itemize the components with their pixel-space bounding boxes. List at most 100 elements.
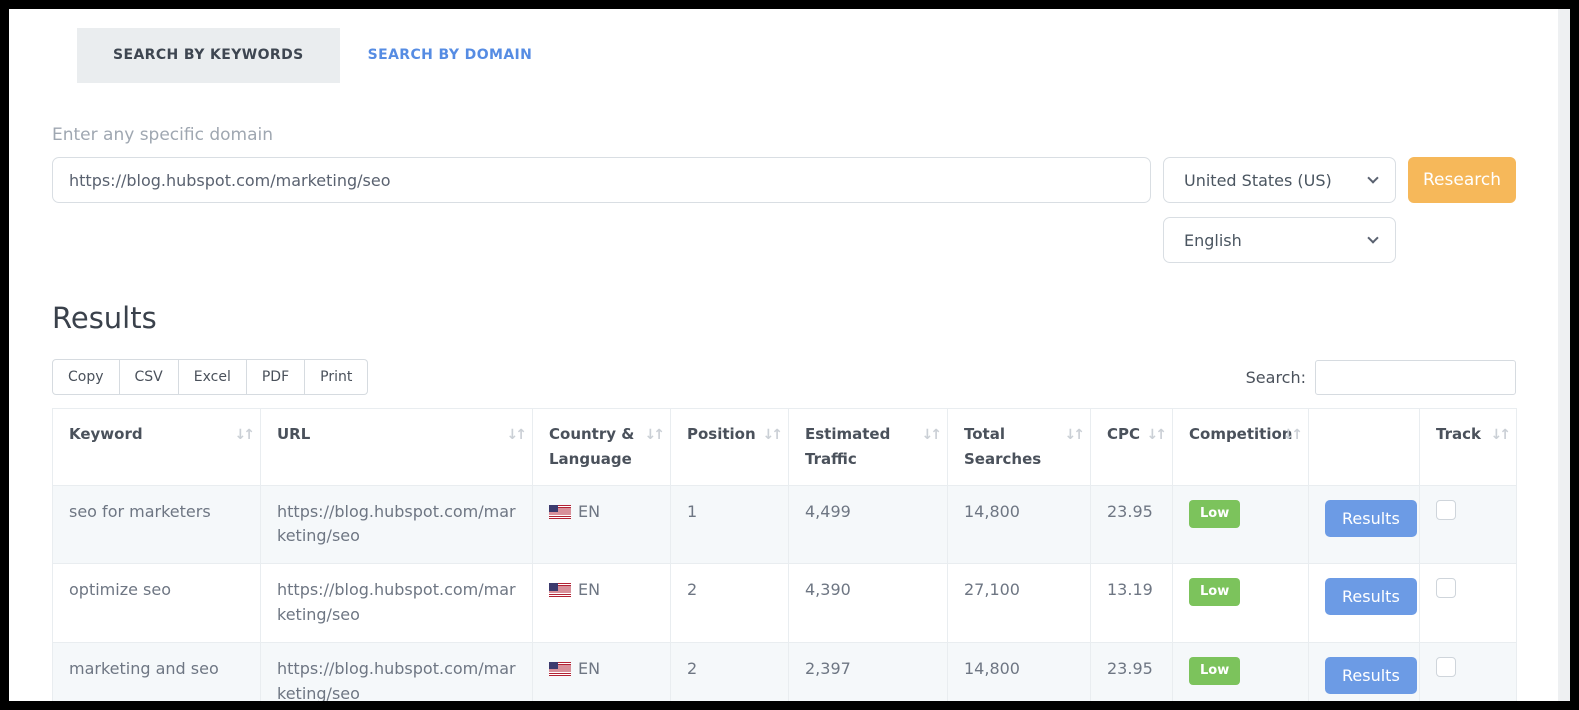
table-search: Search: xyxy=(1246,360,1516,395)
url-cell: https://blog.hubspot.com/marketing/seo xyxy=(261,642,533,701)
export-button-group: Copy CSV Excel PDF Print xyxy=(52,359,368,395)
sort-icon: ↓↑ xyxy=(1147,424,1164,447)
domain-input[interactable] xyxy=(52,157,1151,203)
keyword-cell: seo for marketers xyxy=(53,485,261,564)
language-code: EN xyxy=(578,502,600,521)
country-language-cell: EN xyxy=(533,564,671,643)
screenshot-frame: SEARCH BY KEYWORDS SEARCH BY DOMAIN Ente… xyxy=(0,0,1579,710)
results-button[interactable]: Results xyxy=(1325,578,1417,615)
position-cell: 1 xyxy=(671,485,789,564)
language-select-value: English xyxy=(1184,231,1242,250)
domain-input-label: Enter any specific domain xyxy=(52,125,1516,145)
total-searches-cell: 14,800 xyxy=(948,642,1091,701)
country-language-cell: EN xyxy=(533,642,671,701)
column-header-cpc[interactable]: CPC ↓↑ xyxy=(1091,409,1173,486)
keyword-cell: optimize seo xyxy=(53,564,261,643)
url-cell: https://blog.hubspot.com/marketing/seo xyxy=(261,485,533,564)
track-cell xyxy=(1420,642,1517,701)
column-header-position[interactable]: Position ↓↑ xyxy=(671,409,789,486)
estimated-traffic-cell: 4,390 xyxy=(789,564,948,643)
table-header-row: Keyword ↓↑ URL ↓↑ Country & Language ↓↑ Pos… xyxy=(53,409,1517,486)
table-row: optimize seo https://blog.hubspot.com/ma… xyxy=(53,564,1517,643)
sort-icon: ↓↑ xyxy=(645,424,662,447)
table-toolbar: Copy CSV Excel PDF Print Search: xyxy=(52,359,1516,395)
excel-button[interactable]: Excel xyxy=(179,359,247,395)
keyword-cell: marketing and seo xyxy=(53,642,261,701)
column-header-track[interactable]: Track ↓↑ xyxy=(1420,409,1517,486)
competition-cell: Low xyxy=(1173,642,1309,701)
results-heading: Results xyxy=(52,301,1516,335)
table-row: seo for marketers https://blog.hubspot.c… xyxy=(53,485,1517,564)
sort-icon: ↓↑ xyxy=(922,424,939,447)
us-flag-icon xyxy=(549,583,571,597)
copy-button[interactable]: Copy xyxy=(52,359,120,395)
language-code: EN xyxy=(578,659,600,678)
actions-cell: Results xyxy=(1309,485,1420,564)
pdf-button[interactable]: PDF xyxy=(247,359,305,395)
total-searches-cell: 14,800 xyxy=(948,485,1091,564)
scrollbar[interactable] xyxy=(1558,9,1570,701)
us-flag-icon xyxy=(549,662,571,676)
table-search-input[interactable] xyxy=(1315,360,1516,395)
sort-icon: ↓↑ xyxy=(507,424,524,447)
csv-button[interactable]: CSV xyxy=(120,359,179,395)
cpc-cell: 23.95 xyxy=(1091,485,1173,564)
country-select[interactable]: United States (US) xyxy=(1163,157,1396,203)
sort-icon: ↓↑ xyxy=(1491,424,1508,447)
track-checkbox[interactable] xyxy=(1436,657,1456,677)
actions-cell: Results xyxy=(1309,564,1420,643)
column-label: Keyword xyxy=(69,425,143,443)
column-header-country-language[interactable]: Country & Language ↓↑ xyxy=(533,409,671,486)
column-label: Country & Language xyxy=(549,425,634,468)
sort-icon: ↓↑ xyxy=(235,424,252,447)
position-cell: 2 xyxy=(671,564,789,643)
locale-selects: United States (US) English xyxy=(1163,157,1396,263)
cpc-cell: 23.95 xyxy=(1091,642,1173,701)
research-button[interactable]: Research xyxy=(1408,157,1516,203)
print-button[interactable]: Print xyxy=(305,359,368,395)
column-label: Competition xyxy=(1189,425,1292,443)
column-header-actions xyxy=(1309,409,1420,486)
app-page: SEARCH BY KEYWORDS SEARCH BY DOMAIN Ente… xyxy=(9,9,1570,701)
column-header-estimated-traffic[interactable]: Estimated Traffic ↓↑ xyxy=(789,409,948,486)
column-label: Position xyxy=(687,425,756,443)
sort-icon: ↓↑ xyxy=(1065,424,1082,447)
column-header-competition[interactable]: Competition↓↑ xyxy=(1173,409,1309,486)
url-cell: https://blog.hubspot.com/marketing/seo xyxy=(261,564,533,643)
column-label: Total Searches xyxy=(964,425,1041,468)
estimated-traffic-cell: 4,499 xyxy=(789,485,948,564)
cpc-cell: 13.19 xyxy=(1091,564,1173,643)
column-header-url[interactable]: URL ↓↑ xyxy=(261,409,533,486)
column-label: Estimated Traffic xyxy=(805,425,890,468)
competition-badge: Low xyxy=(1189,657,1240,685)
column-header-keyword[interactable]: Keyword ↓↑ xyxy=(53,409,261,486)
column-label: Track xyxy=(1436,425,1481,443)
column-label: URL xyxy=(277,425,310,443)
results-button[interactable]: Results xyxy=(1325,500,1417,537)
language-code: EN xyxy=(578,580,600,599)
actions-cell: Results xyxy=(1309,642,1420,701)
country-language-cell: EN xyxy=(533,485,671,564)
column-label: CPC xyxy=(1107,425,1140,443)
total-searches-cell: 27,100 xyxy=(948,564,1091,643)
competition-cell: Low xyxy=(1173,485,1309,564)
track-cell xyxy=(1420,564,1517,643)
table-search-label: Search: xyxy=(1246,368,1306,387)
country-select-value: United States (US) xyxy=(1184,171,1332,190)
chevron-down-icon xyxy=(1367,232,1378,243)
table-row: marketing and seo https://blog.hubspot.c… xyxy=(53,642,1517,701)
tab-bar: SEARCH BY KEYWORDS SEARCH BY DOMAIN xyxy=(77,28,1516,83)
tab-search-by-keywords[interactable]: SEARCH BY KEYWORDS xyxy=(77,28,340,83)
track-cell xyxy=(1420,485,1517,564)
track-checkbox[interactable] xyxy=(1436,500,1456,520)
language-select[interactable]: English xyxy=(1163,217,1396,263)
estimated-traffic-cell: 2,397 xyxy=(789,642,948,701)
results-button[interactable]: Results xyxy=(1325,657,1417,694)
sort-icon: ↓↑ xyxy=(763,424,780,447)
track-checkbox[interactable] xyxy=(1436,578,1456,598)
search-form-row: United States (US) English Research xyxy=(52,157,1516,263)
column-header-total-searches[interactable]: Total Searches ↓↑ xyxy=(948,409,1091,486)
results-table: Keyword ↓↑ URL ↓↑ Country & Language ↓↑ Pos… xyxy=(52,408,1517,701)
tab-search-by-domain[interactable]: SEARCH BY DOMAIN xyxy=(340,28,561,83)
competition-cell: Low xyxy=(1173,564,1309,643)
